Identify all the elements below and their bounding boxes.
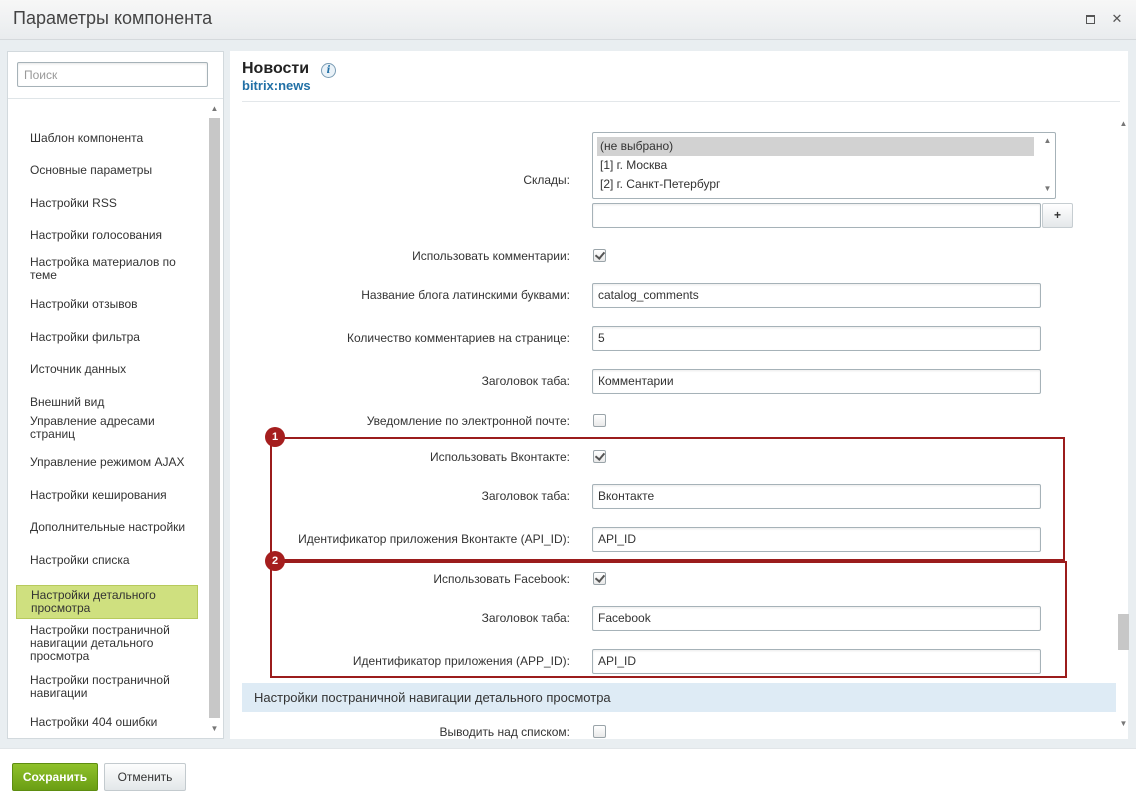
- scroll-down-icon[interactable]: ▼: [1116, 719, 1131, 728]
- sidebar-item-detail[interactable]: Настройки детального просмотра: [16, 585, 198, 619]
- sidebar-item-reviews[interactable]: Настройки отзывов: [16, 289, 198, 319]
- vk-tab-title-input[interactable]: Вконтакте: [592, 484, 1041, 509]
- comments-per-page-label: Количество комментариев на странице:: [347, 331, 570, 345]
- sidebar-item-cache[interactable]: Настройки кеширования: [16, 480, 198, 510]
- use-vk-label: Использовать Вконтакте:: [429, 450, 570, 464]
- use-vk-checkbox[interactable]: [593, 450, 606, 463]
- comments-per-page-input[interactable]: 5: [592, 326, 1041, 351]
- component-title: Новости: [242, 60, 310, 77]
- sidebar-item-detail-pager[interactable]: Настройки постраничной навигации детальн…: [16, 621, 198, 665]
- scroll-down-icon[interactable]: ▼: [1041, 184, 1054, 193]
- use-fb-label: Использовать Facebook:: [433, 572, 570, 586]
- list-option[interactable]: (не выбрано): [597, 137, 1034, 156]
- sidebar-item-related[interactable]: Настройка материалов по теме: [16, 252, 198, 286]
- sidebar-item-rss[interactable]: Настройки RSS: [16, 188, 198, 218]
- add-warehouse-button[interactable]: +: [1042, 203, 1073, 228]
- sidebar-item-filter[interactable]: Настройки фильтра: [16, 322, 198, 352]
- listbox-scrollbar[interactable]: ▲ ▼: [1041, 134, 1054, 197]
- warehouses-label: Склады:: [523, 173, 570, 187]
- fb-app-id-label: Идентификатор приложения (APP_ID):: [352, 654, 570, 668]
- tab-title-input[interactable]: Комментарии: [592, 369, 1041, 394]
- email-notify-label: Уведомление по электронной почте:: [366, 414, 570, 428]
- blog-name-input[interactable]: catalog_comments: [592, 283, 1041, 308]
- sidebar: Шаблон компонента Основные параметры Нас…: [7, 51, 224, 739]
- show-above-list-label: Выводить над списком:: [439, 725, 570, 739]
- sidebar-item-main-params[interactable]: Основные параметры: [16, 155, 198, 185]
- sidebar-item-data-source[interactable]: Источник данных: [16, 354, 198, 384]
- scroll-down-icon[interactable]: ▼: [207, 724, 222, 733]
- sidebar-item-404[interactable]: Настройки 404 ошибки: [16, 707, 198, 737]
- sidebar-item-list[interactable]: Настройки списка: [16, 545, 198, 575]
- badge-2: 2: [265, 551, 285, 571]
- sidebar-item-voting[interactable]: Настройки голосования: [16, 220, 198, 250]
- info-icon[interactable]: i: [321, 63, 336, 78]
- sidebar-item-pager[interactable]: Настройки постраничной навигации: [16, 670, 198, 704]
- fb-tab-title-input[interactable]: Facebook: [592, 606, 1041, 631]
- sidebar-scroll-thumb[interactable]: [209, 118, 220, 718]
- fb-app-id-input[interactable]: API_ID: [592, 649, 1041, 674]
- component-code: bitrix:news: [242, 78, 311, 93]
- warehouses-extra-input[interactable]: [592, 203, 1041, 228]
- fb-tab-title-label: Заголовок таба:: [481, 611, 570, 625]
- search-input[interactable]: [17, 62, 208, 87]
- use-comments-checkbox[interactable]: [593, 249, 606, 262]
- sidebar-item-ajax[interactable]: Управление режимом AJAX: [16, 447, 198, 477]
- save-button[interactable]: Сохранить: [12, 763, 98, 791]
- sidebar-divider: [8, 98, 223, 99]
- close-icon[interactable]: ✕: [1110, 12, 1124, 26]
- badge-1: 1: [265, 427, 285, 447]
- use-fb-checkbox[interactable]: [593, 572, 606, 585]
- section-heading: Настройки постраничной навигации детальн…: [242, 683, 1116, 712]
- settings-form: Склады: (не выбрано) [1] г. Москва [2] г…: [230, 102, 1128, 739]
- dialog-titlebar: Параметры компонента ✕: [0, 0, 1136, 40]
- scroll-up-icon[interactable]: ▲: [1041, 136, 1054, 145]
- email-notify-checkbox[interactable]: [593, 414, 606, 427]
- list-option[interactable]: [1] г. Москва: [597, 156, 1034, 175]
- sidebar-item-additional[interactable]: Дополнительные настройки: [16, 512, 198, 542]
- cancel-button[interactable]: Отменить: [104, 763, 186, 791]
- vk-tab-title-label: Заголовок таба:: [481, 489, 570, 503]
- scroll-up-icon[interactable]: ▲: [1116, 119, 1131, 128]
- tab-title-label: Заголовок таба:: [481, 374, 570, 388]
- vk-api-id-label: Идентификатор приложения Вконтакте (API_…: [298, 532, 570, 546]
- sidebar-item-template[interactable]: Шаблон компонента: [16, 123, 198, 153]
- dialog-footer: Сохранить Отменить: [0, 748, 1136, 796]
- main-scroll-thumb[interactable]: [1118, 614, 1129, 650]
- list-option[interactable]: [2] г. Санкт-Петербург: [597, 175, 1034, 194]
- scroll-up-icon[interactable]: ▲: [207, 104, 222, 113]
- vk-api-id-input[interactable]: API_ID: [592, 527, 1041, 552]
- restore-icon[interactable]: [1084, 12, 1098, 26]
- sidebar-item-sef[interactable]: Управление адресами страниц: [16, 411, 198, 445]
- main-panel: Новости i bitrix:news Склады: (не выбран…: [230, 51, 1131, 739]
- sidebar-scrollbar[interactable]: ▲ ▼: [207, 102, 222, 736]
- show-above-list-checkbox[interactable]: [593, 725, 606, 738]
- use-comments-label: Использовать комментарии:: [412, 249, 570, 263]
- blog-name-label: Название блога латинскими буквами:: [361, 288, 570, 302]
- dialog-title: Параметры компонента: [13, 8, 213, 28]
- warehouses-listbox[interactable]: (не выбрано) [1] г. Москва [2] г. Санкт-…: [592, 132, 1056, 199]
- main-scrollbar[interactable]: ▲ ▼: [1116, 119, 1131, 735]
